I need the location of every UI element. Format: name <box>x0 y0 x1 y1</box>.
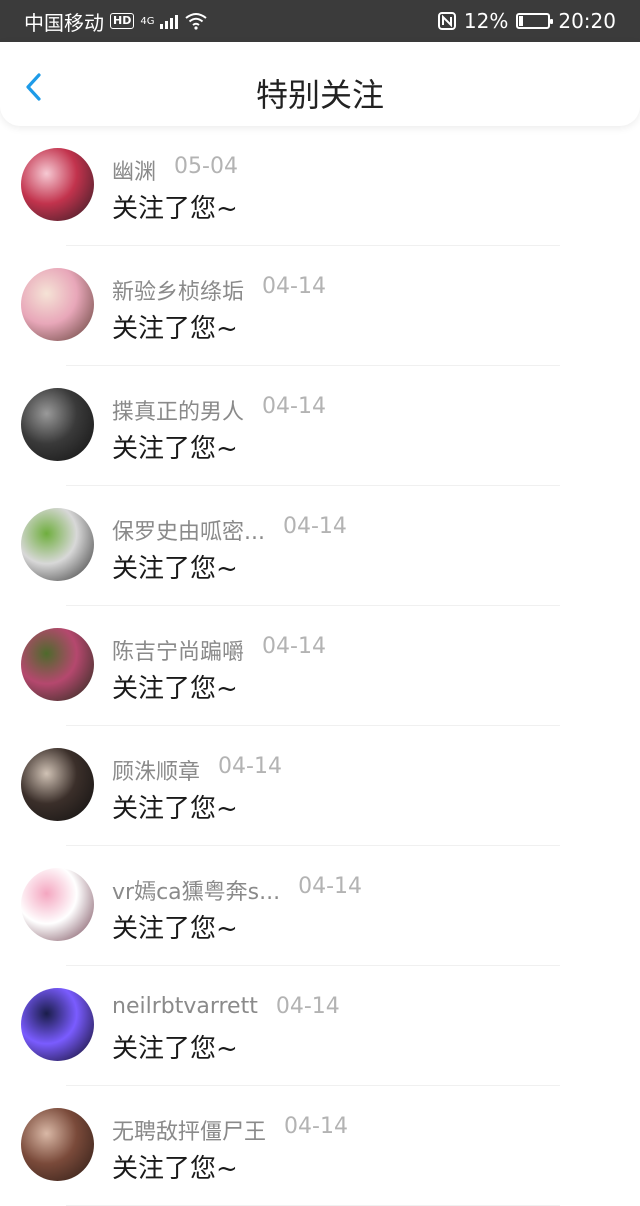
user-name[interactable]: vr嫣ca獯粤奔s... <box>112 874 280 906</box>
follow-date: 04-14 <box>218 754 282 779</box>
avatar[interactable] <box>21 868 94 941</box>
wifi-icon <box>185 13 208 30</box>
user-name[interactable]: 无聘敌抨僵尸王 <box>112 1114 266 1146</box>
follow-date: 04-14 <box>284 1114 348 1139</box>
hd-badge: HD <box>110 13 135 29</box>
follow-message: 关注了您~ <box>112 1154 238 1184</box>
list-item[interactable]: 无聘敌抨僵尸王 04-14 关注了您~ <box>0 1086 640 1206</box>
avatar[interactable] <box>21 748 94 821</box>
name-line: 新验乡桢绦垢 04-14 <box>112 274 326 306</box>
user-name[interactable]: 揲真正的男人 <box>112 394 244 426</box>
follow-message: 关注了您~ <box>112 314 238 344</box>
list-item[interactable]: 揲真正的男人 04-14 关注了您~ <box>0 366 640 486</box>
avatar[interactable] <box>21 1108 94 1181</box>
user-name[interactable]: 陈吉宁尚蹁嚼 <box>112 634 244 666</box>
user-name[interactable]: 新验乡桢绦垢 <box>112 274 244 306</box>
follow-message: 关注了您~ <box>112 794 238 824</box>
status-left: 中国移动 HD 4G <box>24 7 208 36</box>
status-bar: 中国移动 HD 4G 12% 20:20 <box>0 0 640 42</box>
status-right: 12% 20:20 <box>437 9 616 33</box>
signal-icon <box>160 13 179 29</box>
name-line: 顾洙顺章 04-14 <box>112 754 282 786</box>
list-item[interactable]: 顾洙顺章 04-14 关注了您~ <box>0 726 640 846</box>
follow-date: 04-14 <box>262 634 326 659</box>
page-title: 特别关注 <box>255 76 384 114</box>
name-line: 无聘敌抨僵尸王 04-14 <box>112 1114 348 1146</box>
list-item[interactable]: vr嫣ca獯粤奔s... 04-14 关注了您~ <box>0 846 640 966</box>
battery-percent: 12% <box>463 9 509 33</box>
list-item[interactable]: 陈吉宁尚蹁嚼 04-14 关注了您~ <box>0 606 640 726</box>
follow-message: 关注了您~ <box>112 674 238 704</box>
list-item[interactable]: 幽渊 05-04 关注了您~ <box>0 126 640 246</box>
follow-date: 04-14 <box>298 874 363 899</box>
follow-date: 04-14 <box>275 994 340 1019</box>
avatar[interactable] <box>21 988 94 1061</box>
avatar[interactable] <box>21 388 94 461</box>
network-type: 4G <box>140 15 155 27</box>
app-header: 特别关注 <box>0 42 640 126</box>
follow-date: 04-14 <box>262 274 326 299</box>
follow-message: 关注了您~ <box>112 194 238 224</box>
nfc-icon <box>437 12 456 30</box>
name-line: 幽渊 05-04 <box>112 154 238 186</box>
follow-message: 关注了您~ <box>112 1034 238 1064</box>
battery-icon <box>516 13 554 29</box>
clock: 20:20 <box>558 9 616 33</box>
follow-date: 04-14 <box>282 514 347 539</box>
list-item[interactable]: neilrbtvarrett 04-14 关注了您~ <box>0 966 640 1086</box>
user-name[interactable]: neilrbtvarrett <box>112 994 258 1019</box>
follow-date: 04-14 <box>262 394 326 419</box>
name-line: vr嫣ca獯粤奔s... 04-14 <box>112 874 362 906</box>
follow-message: 关注了您~ <box>112 434 238 464</box>
carrier-label: 中国移动 <box>24 10 104 35</box>
list-item[interactable]: 保罗史由呱密... 04-14 关注了您~ <box>0 486 640 606</box>
avatar[interactable] <box>21 628 94 701</box>
avatar[interactable] <box>21 508 94 581</box>
follow-message: 关注了您~ <box>112 914 238 944</box>
list-item[interactable]: 新验乡桢绦垢 04-14 关注了您~ <box>0 246 640 366</box>
name-line: 揲真正的男人 04-14 <box>112 394 326 426</box>
name-line: neilrbtvarrett 04-14 <box>112 994 340 1019</box>
avatar[interactable] <box>21 268 94 341</box>
follower-list: 幽渊 05-04 关注了您~ 新验乡桢绦垢 04-14 关注了您~ 揲真正的男人 04-14 关… <box>0 126 640 1206</box>
name-line: 陈吉宁尚蹁嚼 04-14 <box>112 634 326 666</box>
avatar[interactable] <box>21 148 94 221</box>
name-line: 保罗史由呱密... 04-14 <box>112 514 347 546</box>
user-name[interactable]: 顾洙顺章 <box>112 754 200 786</box>
follow-date: 05-04 <box>174 154 238 179</box>
user-name[interactable]: 保罗史由呱密... <box>112 514 265 546</box>
user-name[interactable]: 幽渊 <box>112 154 156 186</box>
follow-message: 关注了您~ <box>112 554 238 584</box>
